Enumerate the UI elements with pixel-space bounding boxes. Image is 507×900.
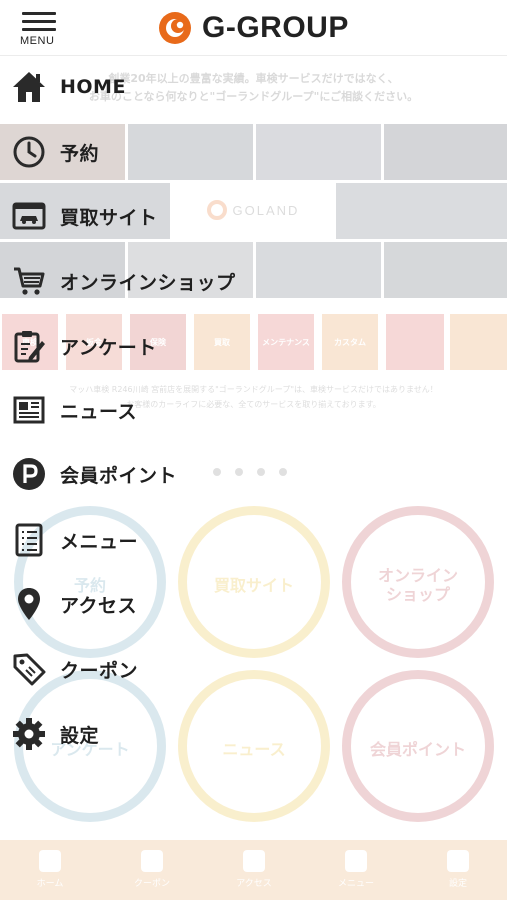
tab-label: アクセス: [236, 879, 272, 889]
tab-home[interactable]: ホーム: [10, 850, 90, 889]
side-drawer-menu: HOME 予約 買取サイト オンラインショップ アンケート ニュース 会員ポイン…: [0, 56, 300, 776]
tab-access[interactable]: アクセス: [214, 850, 294, 889]
drawer-item-coupon[interactable]: クーポン: [10, 649, 138, 689]
drawer-item-settings[interactable]: 設定: [10, 714, 99, 754]
drawer-item-menu[interactable]: メニュー: [10, 520, 138, 560]
hamburger-icon-bar: [22, 12, 56, 15]
service-tile-label: カスタム: [334, 337, 366, 347]
brand-logo-icon: [159, 12, 191, 44]
menu-label: MENU: [20, 35, 55, 47]
drawer-item-label: メニュー: [60, 530, 139, 553]
drawer-item-label: 買取サイト: [60, 206, 158, 229]
list-icon: [345, 850, 367, 872]
tag-icon: [141, 850, 163, 872]
newspaper-icon: [10, 391, 48, 429]
clock-icon: [10, 133, 48, 171]
tag-icon: [10, 650, 48, 688]
drawer-item-label: アクセス: [60, 594, 138, 617]
home-icon: [39, 850, 61, 872]
brand-name: G-GROUP: [202, 11, 349, 44]
tab-label: ホーム: [36, 879, 64, 889]
drawer-item-access[interactable]: アクセス: [10, 584, 137, 624]
service-tile: [450, 314, 507, 370]
photo-tile: [336, 183, 507, 239]
service-tile: カスタム: [322, 314, 378, 370]
car-screen-icon: [10, 197, 48, 235]
drawer-item-label: HOME: [60, 76, 126, 98]
drawer-item-survey[interactable]: アンケート: [10, 326, 157, 366]
tab-label: メニュー: [337, 879, 374, 889]
gear-icon: [447, 850, 469, 872]
drawer-item-label: アンケート: [60, 336, 157, 359]
drawer-item-news[interactable]: ニュース: [10, 390, 137, 430]
drawer-item-label: 予約: [60, 142, 100, 165]
list-icon: [10, 521, 48, 559]
clipboard-pen-icon: [10, 327, 48, 365]
photo-tile: [384, 124, 507, 180]
circle-label: 会員ポイント: [369, 739, 466, 759]
hamburger-icon-bar: [22, 20, 56, 23]
tab-label: 設定: [448, 879, 467, 889]
tab-coupon[interactable]: クーポン: [112, 850, 192, 889]
map-pin-icon: [243, 850, 265, 872]
cart-icon: [10, 262, 48, 300]
photo-tile: [384, 242, 507, 298]
home-icon: [10, 68, 48, 106]
points-circle-button[interactable]: 会員ポイント: [342, 670, 494, 822]
tab-settings[interactable]: 設定: [418, 850, 498, 889]
circle-label: オンライン ショップ: [377, 566, 458, 604]
menu-button[interactable]: MENU: [20, 10, 62, 50]
gear-icon: [10, 715, 48, 753]
drawer-item-home[interactable]: HOME: [10, 67, 126, 107]
drawer-item-label: 設定: [60, 724, 100, 747]
app-header: MENU G-GROUP: [0, 0, 507, 56]
drawer-item-member-points[interactable]: 会員ポイント: [10, 454, 177, 494]
drawer-item-label: クーポン: [60, 659, 139, 682]
drawer-item-reservation[interactable]: 予約: [10, 132, 99, 172]
tab-label: クーポン: [133, 879, 170, 889]
service-tile: [386, 314, 444, 370]
map-pin-icon: [10, 585, 48, 623]
shop-circle-button[interactable]: オンライン ショップ: [342, 506, 494, 658]
bottom-tab-bar: ホーム クーポン アクセス メニュー 設定: [0, 840, 507, 900]
drawer-item-online-shop[interactable]: オンラインショップ: [10, 261, 236, 301]
drawer-item-buyback-site[interactable]: 買取サイト: [10, 196, 158, 236]
drawer-item-label: オンラインショップ: [60, 271, 236, 294]
drawer-item-label: 会員ポイント: [60, 464, 178, 487]
brand[interactable]: G-GROUP: [158, 9, 349, 47]
hamburger-icon-bar: [22, 28, 56, 31]
p-circle-icon: [10, 455, 48, 493]
tab-menu[interactable]: メニュー: [316, 850, 396, 889]
drawer-item-label: ニュース: [60, 400, 138, 423]
